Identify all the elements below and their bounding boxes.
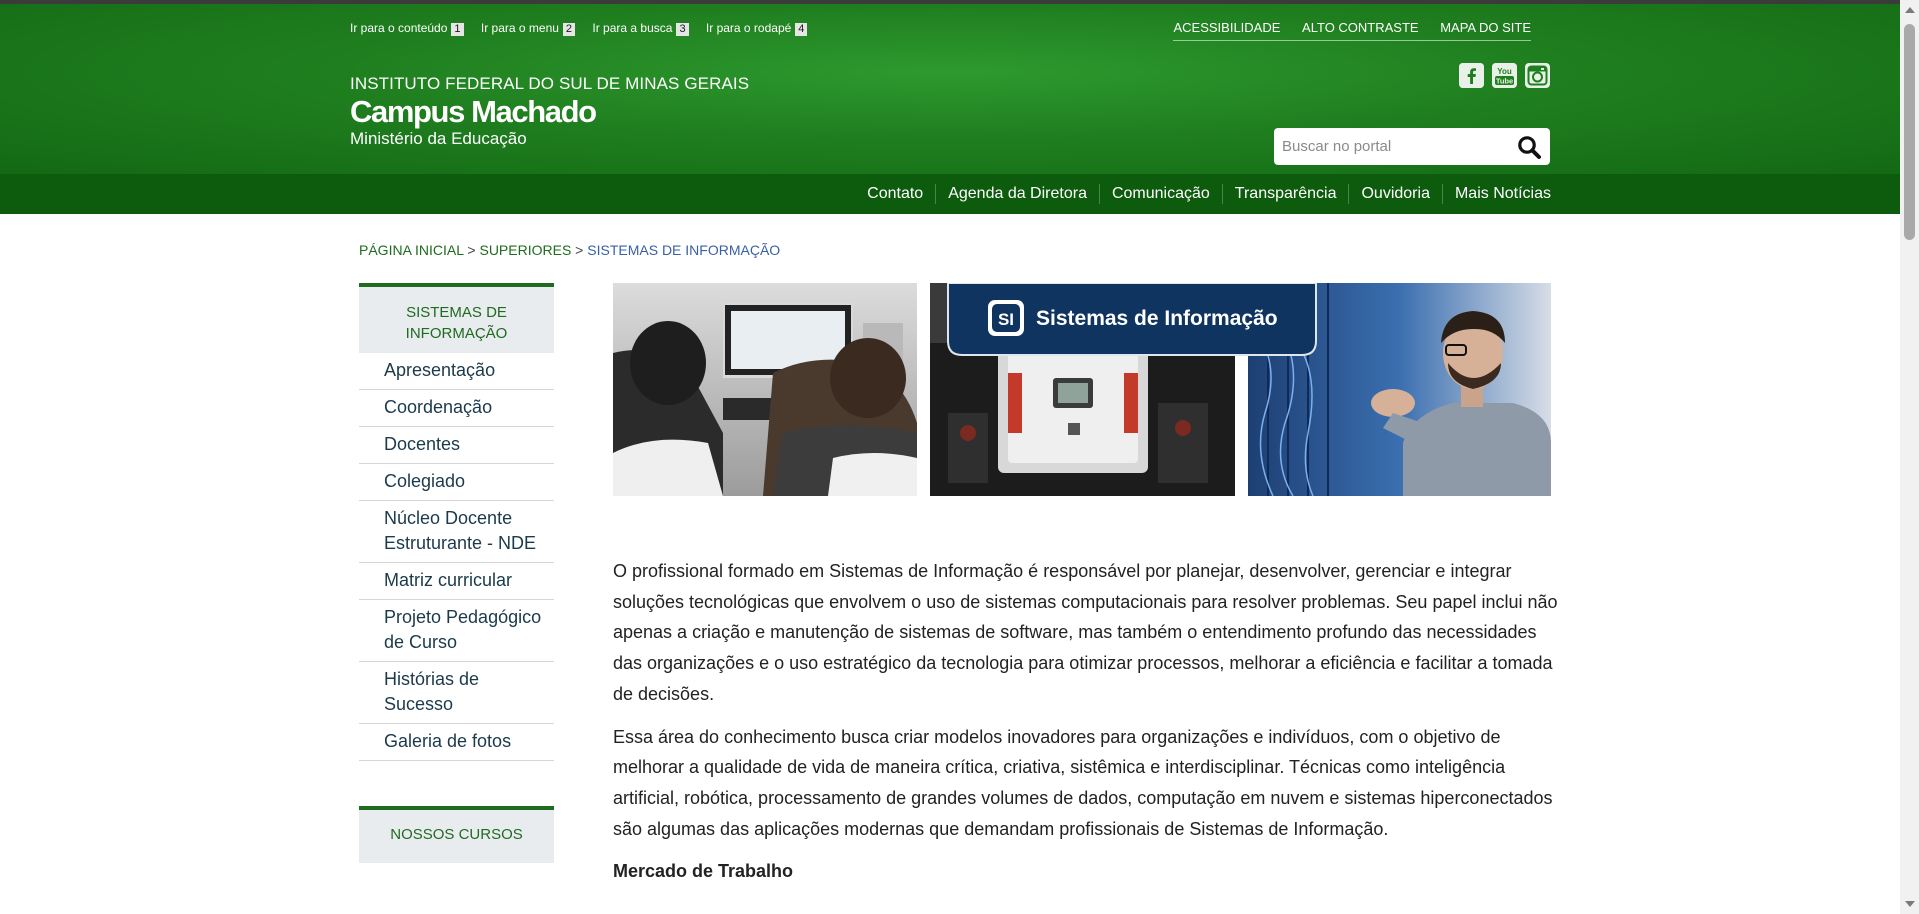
breadcrumb: PÁGINA INICIAL > SUPERIORES > SISTEMAS D… (359, 242, 780, 258)
sidebar-item-galeria[interactable]: Galeria de fotos (359, 724, 554, 761)
skip-to-footer-link[interactable]: Ir para o rodapé 4 (706, 21, 808, 36)
nav-item-ouvidoria[interactable]: Ouvidoria (1348, 184, 1441, 204)
access-key: 3 (676, 23, 689, 36)
site-header: Ir para o conteúdo 1 Ir para o menu 2 Ir p… (0, 4, 1900, 174)
scroll-down-arrow-icon[interactable] (1905, 901, 1915, 907)
banner-logo-text: SI (998, 310, 1014, 329)
search-input[interactable] (1282, 128, 1502, 165)
sidebar-heading: SISTEMAS DE INFORMAÇÃO (359, 283, 554, 353)
site-brand[interactable]: INSTITUTO FEDERAL DO SUL DE MINAS GERAIS… (350, 74, 749, 149)
search-icon[interactable] (1516, 134, 1542, 160)
breadcrumb-home[interactable]: PÁGINA INICIAL (359, 242, 464, 258)
skip-link-label: Ir para o conteúdo (350, 21, 448, 35)
access-key: 4 (795, 23, 808, 36)
search-box (1274, 128, 1550, 165)
facebook-icon[interactable] (1459, 63, 1484, 88)
high-contrast-link[interactable]: ALTO CONTRASTE (1302, 20, 1419, 35)
instagram-icon[interactable] (1525, 63, 1550, 88)
ministry-name: Ministério da Educação (350, 129, 527, 148)
campus-name: Campus Machado (350, 94, 597, 129)
content-paragraph: O profissional formado em Sistemas de In… (613, 561, 1558, 704)
nav-item-transparencia[interactable]: Transparência (1221, 184, 1349, 204)
sidebar: SISTEMAS DE INFORMAÇÃO Apresentação Coor… (359, 283, 554, 863)
access-key: 2 (562, 23, 576, 36)
svg-text:Tube: Tube (1496, 77, 1513, 86)
nav-item-mais-noticias[interactable]: Mais Notícias (1441, 184, 1551, 204)
sidebar-item-ppc[interactable]: Projeto Pedagógico de Curso (359, 600, 554, 662)
skip-to-menu-link[interactable]: Ir para o menu 2 (480, 21, 576, 36)
scrollbar-thumb[interactable] (1904, 24, 1915, 240)
sidebar-item-coordenacao[interactable]: Coordenação (359, 390, 554, 427)
banner-title: Sistemas de Informação (1036, 307, 1278, 330)
site-map-link[interactable]: MAPA DO SITE (1440, 20, 1531, 35)
skip-link-label: Ir para o rodapé (705, 21, 792, 35)
content-paragraph: Essa área do conhecimento busca criar mo… (613, 726, 1553, 839)
sidebar-item-nde[interactable]: Núcleo Docente Estruturante - NDE (359, 501, 554, 563)
access-key: 1 (451, 23, 464, 36)
institution-name: INSTITUTO FEDERAL DO SUL DE MINAS GERAIS (350, 74, 750, 93)
skip-to-content-link[interactable]: Ir para o conteúdo 1 (350, 21, 464, 36)
section-heading: Mercado de Trabalho (613, 861, 794, 882)
skip-link-label: Ir para a busca (592, 21, 673, 35)
breadcrumb-separator: > (463, 242, 480, 258)
accessibility-link[interactable]: ACESSIBILIDADE (1173, 20, 1280, 35)
sidebar-item-colegiado[interactable]: Colegiado (359, 464, 554, 501)
sidebar-heading-cursos: NOSSOS CURSOS (359, 806, 554, 863)
breadcrumb-separator: > (571, 242, 588, 258)
breadcrumb-current: SISTEMAS DE INFORMAÇÃO (587, 242, 781, 258)
nav-item-comunicacao[interactable]: Comunicação (1098, 184, 1222, 204)
sidebar-item-historias[interactable]: Histórias de Sucesso (359, 662, 554, 724)
skip-link-label: Ir para o menu (480, 21, 559, 35)
sidebar-item-apresentacao[interactable]: Apresentação (359, 353, 554, 390)
main-content: O profissional formado em Sistemas de In… (613, 556, 1558, 887)
accessibility-bar: Ir para o conteúdo 1 Ir para o menu 2 Ir p… (350, 21, 821, 36)
breadcrumb-section[interactable]: SUPERIORES (479, 242, 571, 258)
sidebar-item-matriz[interactable]: Matriz curricular (359, 563, 554, 600)
sidebar-menu: Apresentação Coordenação Docentes Colegi… (359, 353, 554, 761)
skip-to-search-link[interactable]: Ir para a busca 3 (592, 21, 689, 36)
page-scrollbar[interactable] (1900, 0, 1919, 914)
nav-item-contato[interactable]: Contato (855, 184, 935, 204)
sidebar-item-docentes[interactable]: Docentes (359, 427, 554, 464)
main-nav: Contato Agenda da Diretora Comunicação T… (0, 174, 1900, 214)
svg-text:You: You (1497, 67, 1512, 76)
course-banner-image: SI Sistemas de Informação (613, 283, 1551, 496)
nav-item-agenda[interactable]: Agenda da Diretora (935, 184, 1099, 204)
top-links: ACESSIBILIDADE ALTO CONTRASTE MAPA DO SI… (1173, 20, 1531, 41)
youtube-icon[interactable]: You Tube (1492, 63, 1517, 88)
scroll-up-arrow-icon[interactable] (1905, 7, 1915, 13)
nav-menu: Contato Agenda da Diretora Comunicação T… (855, 174, 1551, 214)
